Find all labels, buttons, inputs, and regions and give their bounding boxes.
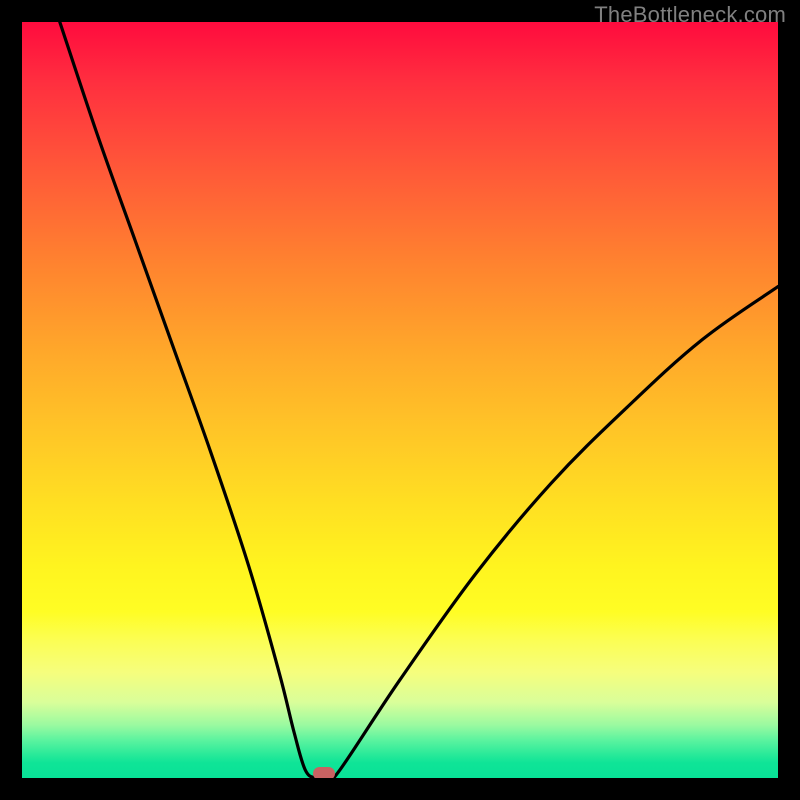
chart-frame: TheBottleneck.com bbox=[0, 0, 800, 800]
watermark-text: TheBottleneck.com bbox=[594, 2, 786, 28]
optimal-marker bbox=[313, 767, 335, 778]
plot-area bbox=[22, 22, 778, 778]
bottleneck-curve bbox=[22, 22, 778, 778]
